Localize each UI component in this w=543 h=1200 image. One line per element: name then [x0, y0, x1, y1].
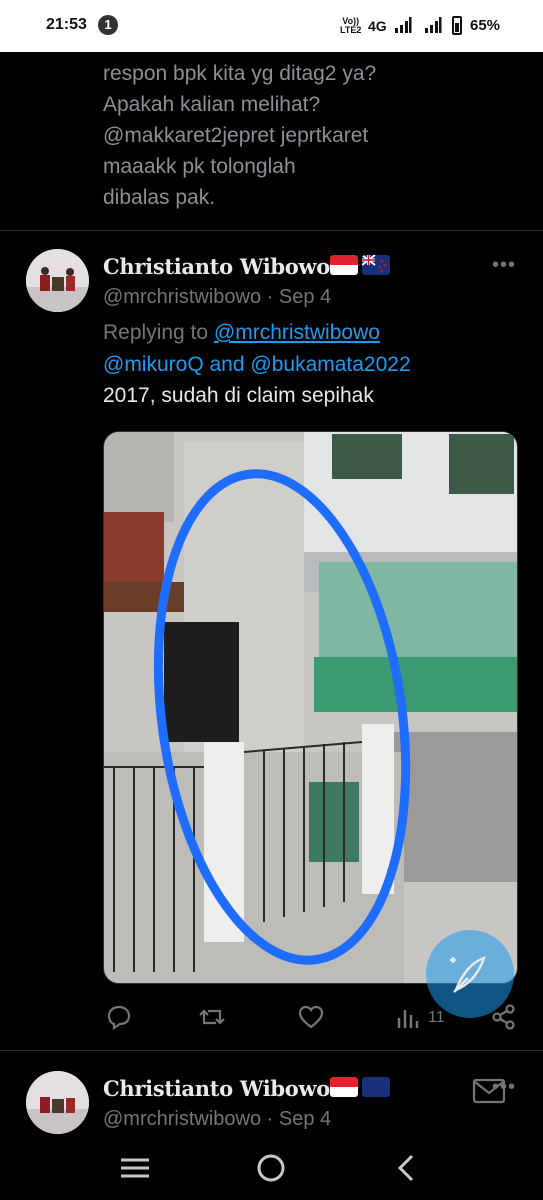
- signal-icon: [395, 17, 412, 33]
- author-handle[interactable]: @mrchristwibowo · Sep 4: [103, 1108, 331, 1131]
- messages-icon[interactable]: [472, 1076, 506, 1106]
- replying-to: Replying to @mrchristwibowo @mikuroQ and…: [103, 321, 411, 376]
- clock: 21:53: [46, 16, 87, 33]
- avatar-image: [26, 1071, 89, 1134]
- more-options-icon[interactable]: •••: [492, 254, 516, 277]
- recents-icon[interactable]: [117, 1152, 153, 1184]
- author-name[interactable]: Christianto Wibowo: [103, 1076, 330, 1101]
- author-handle[interactable]: @mrchristwibowo · Sep 4: [103, 286, 331, 309]
- reply-icon[interactable]: [105, 1003, 133, 1031]
- views-icon[interactable]: [395, 1003, 423, 1031]
- new-zealand-flag-icon: [362, 1077, 390, 1097]
- share-icon[interactable]: [490, 1003, 518, 1031]
- volte-indicator: Vo)) LTE2: [340, 16, 362, 35]
- battery-percent: 65%: [470, 17, 501, 34]
- views-count: 11: [428, 1009, 445, 1026]
- like-icon[interactable]: [297, 1003, 325, 1031]
- indonesia-flag-icon: [330, 255, 358, 275]
- new-zealand-flag-icon: [362, 255, 390, 275]
- indonesia-flag-icon: [330, 1077, 358, 1097]
- avatar[interactable]: [26, 1071, 89, 1134]
- mention-link[interactable]: @mrchristwibowo: [214, 321, 380, 344]
- status-bar: 21:53 1 Vo)) LTE2 4G 65%: [0, 0, 543, 52]
- previous-tweet-text: respon bpk kita yg ditag2 ya? Apakah kal…: [103, 62, 377, 209]
- mention-link[interactable]: @bukamata2022: [250, 353, 410, 376]
- back-icon[interactable]: [388, 1152, 424, 1184]
- retweet-icon[interactable]: [198, 1003, 226, 1031]
- notification-badge: 1: [98, 15, 118, 35]
- tweet-actions: 11: [0, 1003, 543, 1033]
- tweet-photo[interactable]: [103, 431, 518, 984]
- battery-icon: [452, 16, 462, 35]
- system-navigation-bar: [0, 1138, 543, 1200]
- mention-link[interactable]: @mikuroQ: [103, 353, 204, 376]
- author-name[interactable]: Christianto Wibowo: [103, 254, 330, 279]
- house-gate-photo: [104, 432, 517, 983]
- network-type: 4G: [368, 18, 387, 34]
- divider: [0, 230, 543, 231]
- home-circle-icon[interactable]: [253, 1152, 289, 1184]
- avatar-image: [26, 249, 89, 312]
- tweet-text: 2017, sudah di claim sepihak: [103, 384, 374, 407]
- signal-icon: [425, 17, 442, 33]
- avatar[interactable]: [26, 249, 89, 312]
- divider: [0, 1050, 543, 1051]
